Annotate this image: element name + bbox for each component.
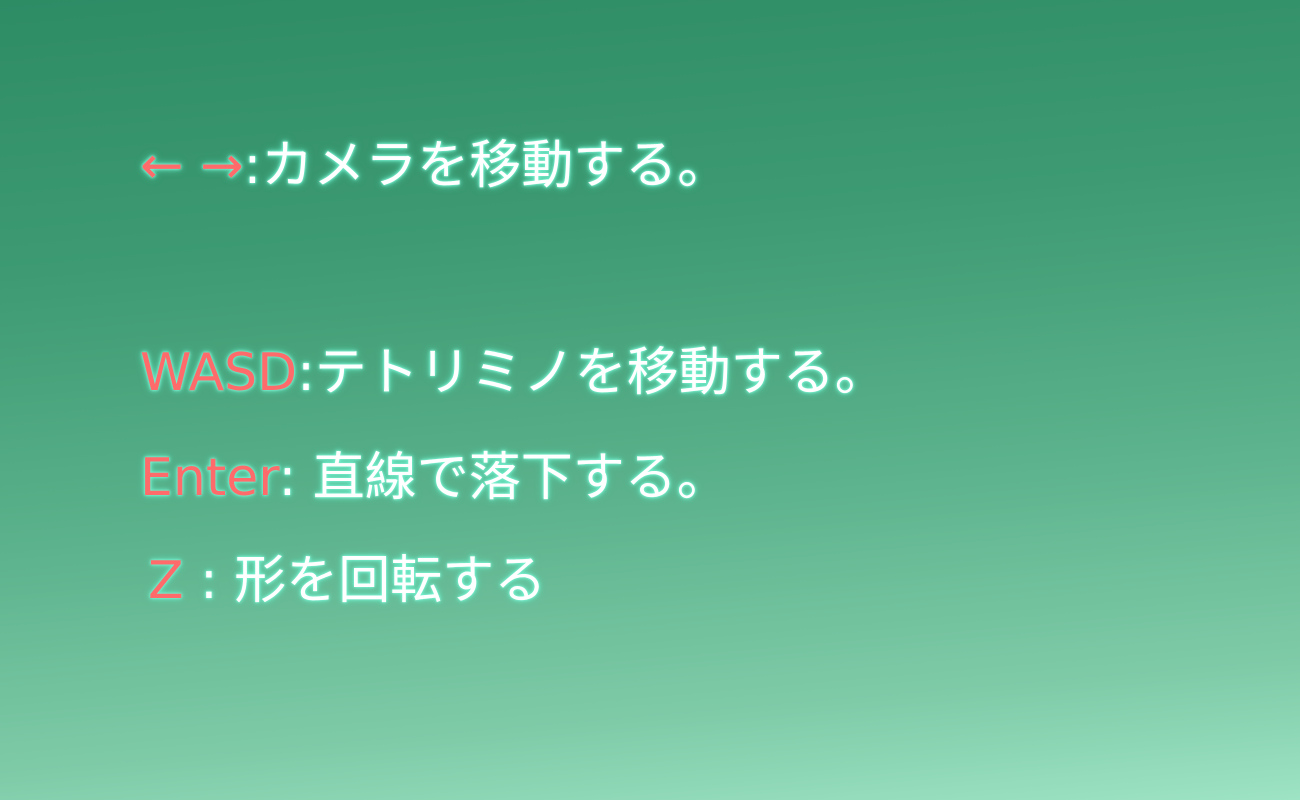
control-camera-move: ← →:カメラを移動する。 xyxy=(140,140,729,192)
control-separator: : xyxy=(243,136,262,196)
control-action: 直線で落下する。 xyxy=(312,448,729,508)
control-action: 形を回転する xyxy=(234,551,547,611)
control-key: Z xyxy=(148,551,184,611)
control-action: テトリミノを移動する。 xyxy=(314,343,887,403)
control-key: ← → xyxy=(140,136,244,196)
control-key: Enter xyxy=(140,448,279,508)
control-separator: : xyxy=(278,448,313,508)
control-piece-move: WASD:テトリミノを移動する。 xyxy=(140,347,887,399)
control-separator: : xyxy=(297,343,315,403)
control-hard-drop: Enter: 直線で落下する。 xyxy=(140,452,729,504)
control-separator: : xyxy=(183,551,235,611)
control-action: カメラを移動する。 xyxy=(261,136,730,196)
control-rotate: Z : 形を回転する xyxy=(148,555,546,607)
controls-instructions: ← →:カメラを移動する。 WASD:テトリミノを移動する。 Enter: 直線… xyxy=(0,0,1300,800)
control-key: WASD xyxy=(140,343,298,403)
